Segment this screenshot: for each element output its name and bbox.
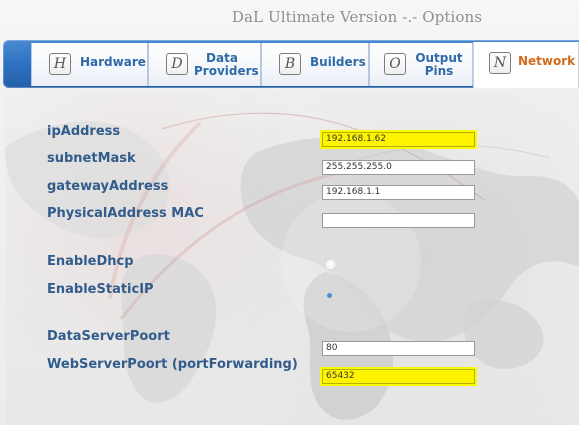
data-providers-tab-icon: D	[166, 53, 188, 75]
network-tab-icon: N	[489, 52, 511, 74]
tab-data-providers[interactable]: D Data Providers	[148, 43, 261, 86]
web-server-port-label: WebServerPoort (portForwarding)	[47, 357, 298, 372]
ip-address-field[interactable]: 192.168.1.62	[322, 132, 475, 147]
enable-dhcp-label: EnableDhcp	[47, 254, 134, 269]
tab-network-label: Network	[518, 54, 576, 68]
physical-address-mac-field[interactable]	[322, 213, 475, 228]
tab-output-pins-label: Output Pins	[414, 52, 464, 78]
builders-tab-icon: B	[279, 53, 301, 75]
ip-address-label: ipAddress	[47, 124, 121, 139]
tab-builders[interactable]: B Builders	[261, 43, 369, 86]
enable-dhcp-radio[interactable]	[326, 260, 335, 269]
tab-network[interactable]: N Network	[473, 42, 579, 88]
tab-data-providers-label: Data Providers	[194, 51, 259, 78]
tab-hardware-label: Hardware	[80, 55, 146, 69]
subnet-mask-label: subnetMask	[47, 151, 136, 166]
network-settings-panel: ipAddress 192.168.1.62 subnetMask 255.25…	[5, 89, 579, 425]
enable-static-ip-label: EnableStaticIP	[47, 282, 154, 297]
options-tabbar: H Hardware D Data Providers B Builders O…	[3, 40, 579, 88]
tab-data-providers-label-line-2: Providers	[194, 64, 259, 78]
hardware-tab-icon: H	[49, 53, 71, 75]
web-server-port-field[interactable]: 65432	[322, 369, 475, 384]
tab-output-pins-label-line-2: Pins	[424, 64, 454, 78]
tab-output-pins-label-line-1: Output	[415, 51, 463, 65]
gateway-address-label: gatewayAddress	[47, 179, 169, 194]
tab-data-providers-label-line-1: Data	[206, 51, 238, 65]
subnet-mask-field[interactable]: 255.255.255.0	[322, 160, 475, 175]
options-window: DaL Ultimate Version -.- Options H Hardw…	[0, 0, 579, 425]
output-pins-tab-icon: O	[384, 53, 406, 75]
tab-hardware[interactable]: H Hardware	[31, 43, 148, 86]
window-title: DaL Ultimate Version -.- Options	[231, 8, 483, 26]
physical-address-mac-label: PhysicalAddress MAC	[47, 206, 204, 221]
tab-output-pins[interactable]: O Output Pins	[369, 43, 473, 86]
tab-builders-label: Builders	[310, 55, 366, 69]
gateway-address-field[interactable]: 192.168.1.1	[322, 185, 475, 200]
enable-static-ip-radio[interactable]	[327, 293, 332, 298]
data-server-port-field[interactable]: 80	[322, 341, 475, 356]
data-server-port-label: DataServerPoort	[47, 329, 170, 344]
